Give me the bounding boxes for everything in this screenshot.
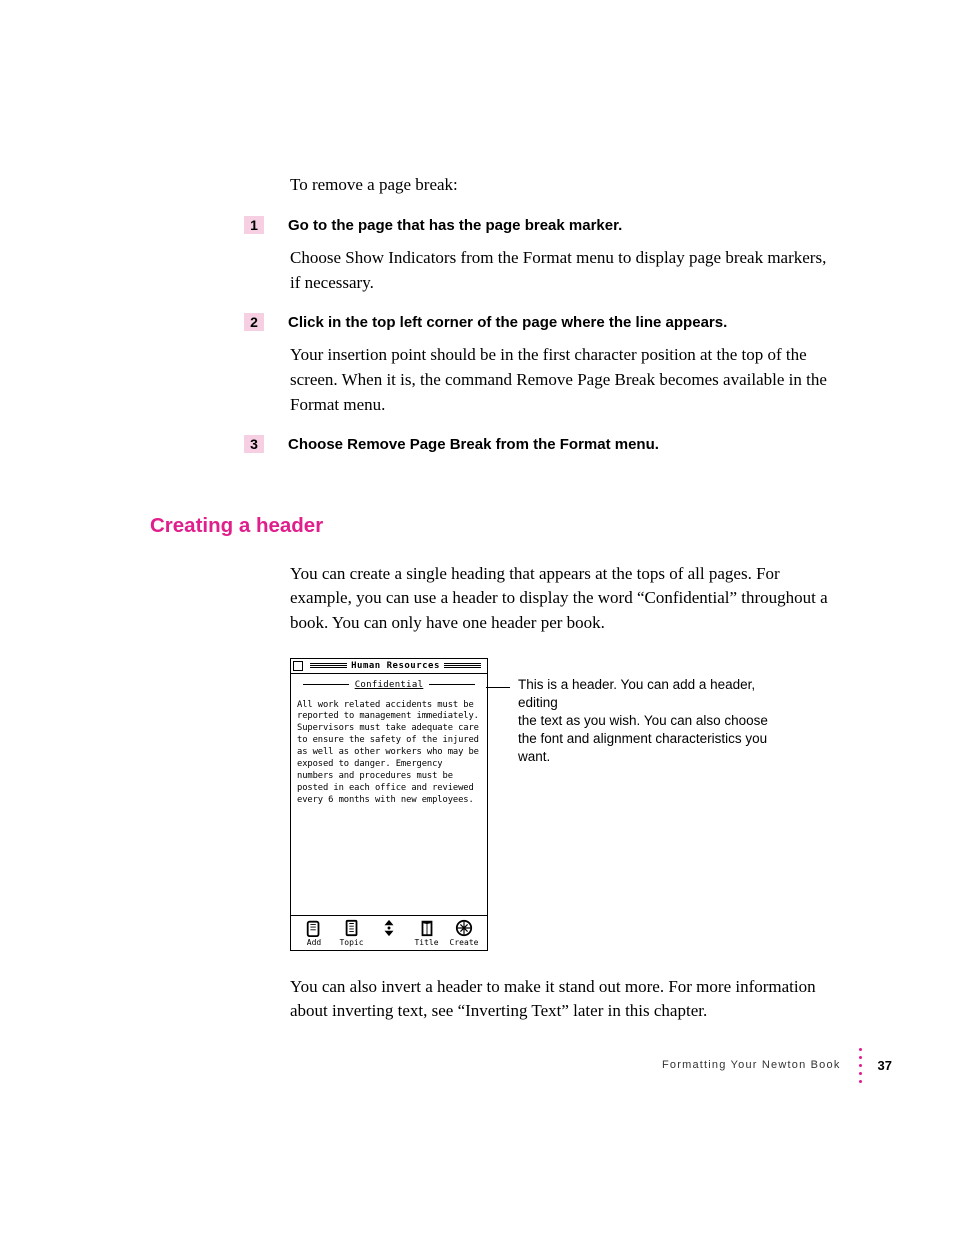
toolbar-label: Create (450, 938, 479, 947)
document-header-row: Confidential (291, 674, 487, 694)
toolbar-label: Title (414, 938, 438, 947)
step-number-badge: 3 (244, 435, 264, 453)
titlebar-stripe (310, 663, 347, 669)
callout-line: the font and alignment characteristics y… (518, 731, 767, 764)
page-footer: Formatting Your Newton Book 37 (662, 1045, 892, 1085)
step-2: 2 Click in the top left corner of the pa… (244, 313, 834, 333)
footer-dots-icon (859, 1045, 862, 1085)
toolbar-title: Title (410, 919, 444, 947)
header-rule (303, 684, 349, 685)
step-number-badge: 2 (244, 313, 264, 331)
page-number: 37 (878, 1058, 892, 1073)
callout-line: This is a header. You can add a header, … (518, 677, 755, 710)
step-2-body: Your insertion point should be in the fi… (290, 343, 830, 417)
titlebar-stripe (444, 663, 481, 669)
toolbar-label: Add (307, 938, 321, 947)
nav-arrows-icon (380, 919, 398, 937)
document-body-text: All work related accidents must be repor… (291, 694, 487, 915)
toolbar-create: Create (447, 919, 481, 947)
topic-icon (343, 919, 361, 937)
callout-line: the text as you wish. You can also choos… (518, 713, 768, 728)
add-icon (305, 919, 323, 937)
document-header-text: Confidential (355, 680, 424, 690)
toolbar-topic: Topic (335, 919, 369, 947)
newton-window: Human Resources Confidential All work re… (290, 658, 488, 951)
step-title: Click in the top left corner of the page… (288, 313, 834, 333)
step-1-body: Choose Show Indicators from the Format m… (290, 246, 830, 295)
step-3: 3 Choose Remove Page Break from the Form… (244, 435, 834, 455)
header-intro: You can create a single heading that app… (290, 562, 830, 636)
callout-text: This is a header. You can add a header, … (518, 676, 798, 767)
post-illustration-text: You can also invert a header to make it … (290, 975, 830, 1024)
window-control-icon (293, 661, 303, 671)
toolbar-label: Topic (339, 938, 363, 947)
title-icon (418, 919, 436, 937)
window-titlebar: Human Resources (291, 659, 487, 674)
step-title: Choose Remove Page Break from the Format… (288, 435, 834, 455)
toolbar-add: Add (297, 919, 331, 947)
footer-section-title: Formatting Your Newton Book (662, 1059, 841, 1071)
step-number-badge: 1 (244, 216, 264, 234)
window-title: Human Resources (351, 661, 440, 671)
step-title: Go to the page that has the page break m… (288, 216, 834, 236)
intro-text: To remove a page break: (290, 173, 830, 198)
section-heading: Creating a header (150, 514, 954, 538)
illustration-row: Human Resources Confidential All work re… (290, 658, 954, 951)
create-icon (455, 919, 473, 937)
window-toolbar: Add Topic Title (291, 915, 487, 950)
toolbar-nav (372, 919, 406, 947)
step-1: 1 Go to the page that has the page break… (244, 216, 834, 236)
header-rule (429, 684, 475, 685)
callout-leader-line (486, 687, 510, 688)
